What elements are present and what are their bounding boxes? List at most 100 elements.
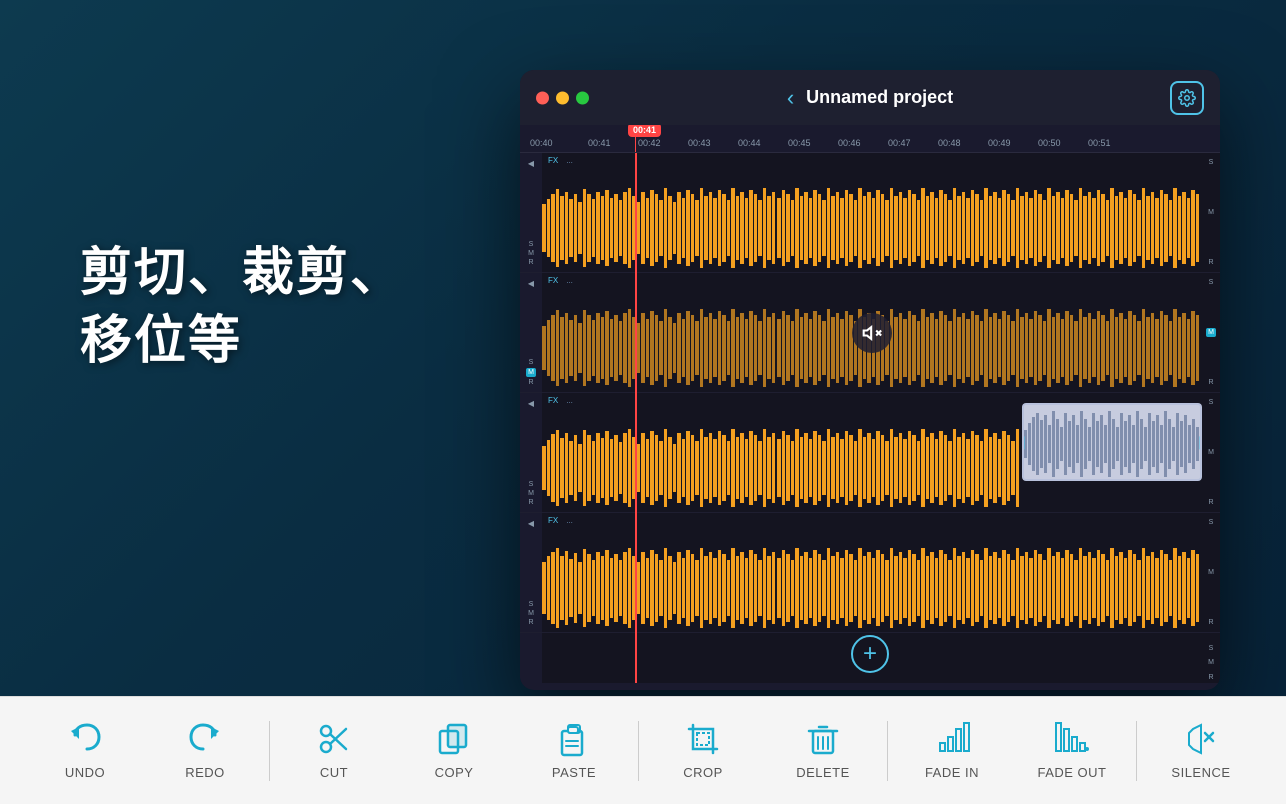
redo-icon [187, 721, 223, 757]
ruler-mark: 00:42 [638, 138, 661, 148]
track-right-controls: S M R [1202, 153, 1220, 272]
ruler-mark: 00:47 [888, 138, 911, 148]
settings-button[interactable] [1170, 81, 1204, 115]
redo-button[interactable]: REDO [145, 697, 265, 804]
redo-label: REDO [185, 765, 225, 780]
track-content-2: FX ... [542, 273, 1202, 392]
track-r-right: R [1208, 259, 1213, 266]
tag-fx[interactable]: FX [548, 156, 558, 165]
undo-button[interactable]: UNDO [25, 697, 145, 804]
tag-fx-4[interactable]: FX [548, 516, 558, 525]
ruler-mark: 00:46 [838, 138, 861, 148]
track-s-right: S [1209, 159, 1214, 166]
tag-fx-3[interactable]: FX [548, 396, 558, 405]
ruler-mark: 00:45 [788, 138, 811, 148]
track-row: ◀ S M R FX ... [520, 153, 1220, 273]
ruler-mark: 00:51 [1088, 138, 1111, 148]
track-tags-2: FX ... [542, 273, 1202, 288]
track-m-label: M [528, 250, 534, 257]
paste-icon [556, 721, 592, 757]
crop-button[interactable]: CROP [643, 697, 763, 804]
project-title: Unnamed project [806, 87, 953, 108]
track-content-4: FX ... [542, 513, 1202, 632]
toolbar-divider-3 [887, 721, 888, 781]
cut-label: CUT [320, 765, 348, 780]
cut-button[interactable]: CUT [274, 697, 394, 804]
track-controls-4: ◀ S M R [520, 513, 542, 632]
fade-in-icon [934, 721, 970, 757]
timeline-ruler: 00:40 00:41 00:42 00:43 00:44 00:45 00:4… [520, 125, 1220, 153]
cut-icon [316, 721, 352, 757]
copy-icon [436, 721, 472, 757]
clip-handle-left[interactable]: ◀ [1022, 432, 1024, 452]
tag-dots-4[interactable]: ... [566, 516, 573, 525]
fade-out-icon [1054, 721, 1090, 757]
track-right-controls-3: S M R [1202, 393, 1220, 512]
track-s-label: S [529, 359, 534, 366]
fade-out-button[interactable]: FADE OUT [1012, 697, 1132, 804]
gear-icon [1178, 89, 1196, 107]
track-m-right: M [1208, 209, 1214, 216]
maximize-button[interactable] [576, 91, 589, 104]
add-track-button[interactable]: + [851, 635, 889, 673]
tag-dots-2[interactable]: ... [566, 276, 573, 285]
track-r-label: R [528, 379, 533, 386]
undo-icon [67, 721, 103, 757]
ruler-marks: 00:40 00:41 00:42 00:43 00:44 00:45 00:4… [520, 125, 1220, 152]
tag-dots[interactable]: ... [566, 156, 573, 165]
track-row: ◀ S M R FX ... [520, 513, 1220, 633]
clip-handle-right[interactable]: ▶ [1200, 432, 1202, 452]
track-content-3: FX ... [542, 393, 1202, 512]
delete-label: DELETE [796, 765, 850, 780]
tag-fx-2[interactable]: FX [548, 276, 558, 285]
track-volume-icon[interactable]: ◀ [528, 279, 534, 288]
track-volume-icon-3[interactable]: ◀ [528, 399, 534, 408]
delete-button[interactable]: DELETE [763, 697, 883, 804]
title-bar: ‹ Unnamed project [520, 70, 1220, 125]
delete-icon [805, 721, 841, 757]
copy-label: COPY [435, 765, 474, 780]
fade-out-label: FADE OUT [1037, 765, 1106, 780]
ruler-mark: 00:49 [988, 138, 1011, 148]
title-area: ‹ Unnamed project [787, 85, 953, 111]
silence-icon [1183, 721, 1219, 757]
selected-clip-waveform [1024, 405, 1202, 481]
ruler-mark: 00:48 [938, 138, 961, 148]
promo-line2: 移位等 [80, 308, 404, 376]
traffic-lights [536, 91, 589, 104]
bottom-toolbar: UNDO REDO CUT [0, 696, 1286, 804]
paste-button[interactable]: PASTE [514, 697, 634, 804]
silence-button[interactable]: SILENCE [1141, 697, 1261, 804]
ruler-mark: 00:41 [588, 138, 611, 148]
track-volume-icon[interactable]: ◀ [528, 159, 534, 168]
track-s-label: S [529, 241, 534, 248]
minimize-button[interactable] [556, 91, 569, 104]
toolbar-divider-2 [638, 721, 639, 781]
track-volume-icon-4[interactable]: ◀ [528, 519, 534, 528]
close-button[interactable] [536, 91, 549, 104]
toolbar-divider-1 [269, 721, 270, 781]
promo-line1: 剪切、裁剪、 [80, 240, 404, 308]
toolbar-divider-4 [1136, 721, 1137, 781]
ruler-mark: 00:40 [530, 138, 553, 148]
crop-icon [685, 721, 721, 757]
fade-in-button[interactable]: FADE IN [892, 697, 1012, 804]
paste-label: PASTE [552, 765, 596, 780]
mute-icon-svg [862, 323, 882, 343]
app-window: ‹ Unnamed project 00:40 00:41 00:42 00:4… [520, 70, 1220, 690]
selected-clip[interactable]: ◀ ▶ [1022, 403, 1202, 481]
track-controls: ◀ S M R [520, 273, 542, 392]
back-button[interactable]: ‹ [787, 85, 794, 111]
track-tags-4: FX ... [542, 513, 1202, 528]
track-row: ◀ S M R FX ... [520, 273, 1220, 393]
waveform-svg-1 [542, 184, 1202, 272]
ruler-mark: 00:50 [1038, 138, 1061, 148]
crop-label: CROP [683, 765, 723, 780]
tag-dots-3[interactable]: ... [566, 396, 573, 405]
waveform-svg-3a [542, 424, 1022, 512]
waveform-svg-4 [542, 544, 1202, 632]
track-m-label-active: M [526, 368, 536, 377]
track-tags: FX ... [542, 153, 1202, 168]
copy-button[interactable]: COPY [394, 697, 514, 804]
playhead-time: 00:41 [628, 125, 661, 137]
